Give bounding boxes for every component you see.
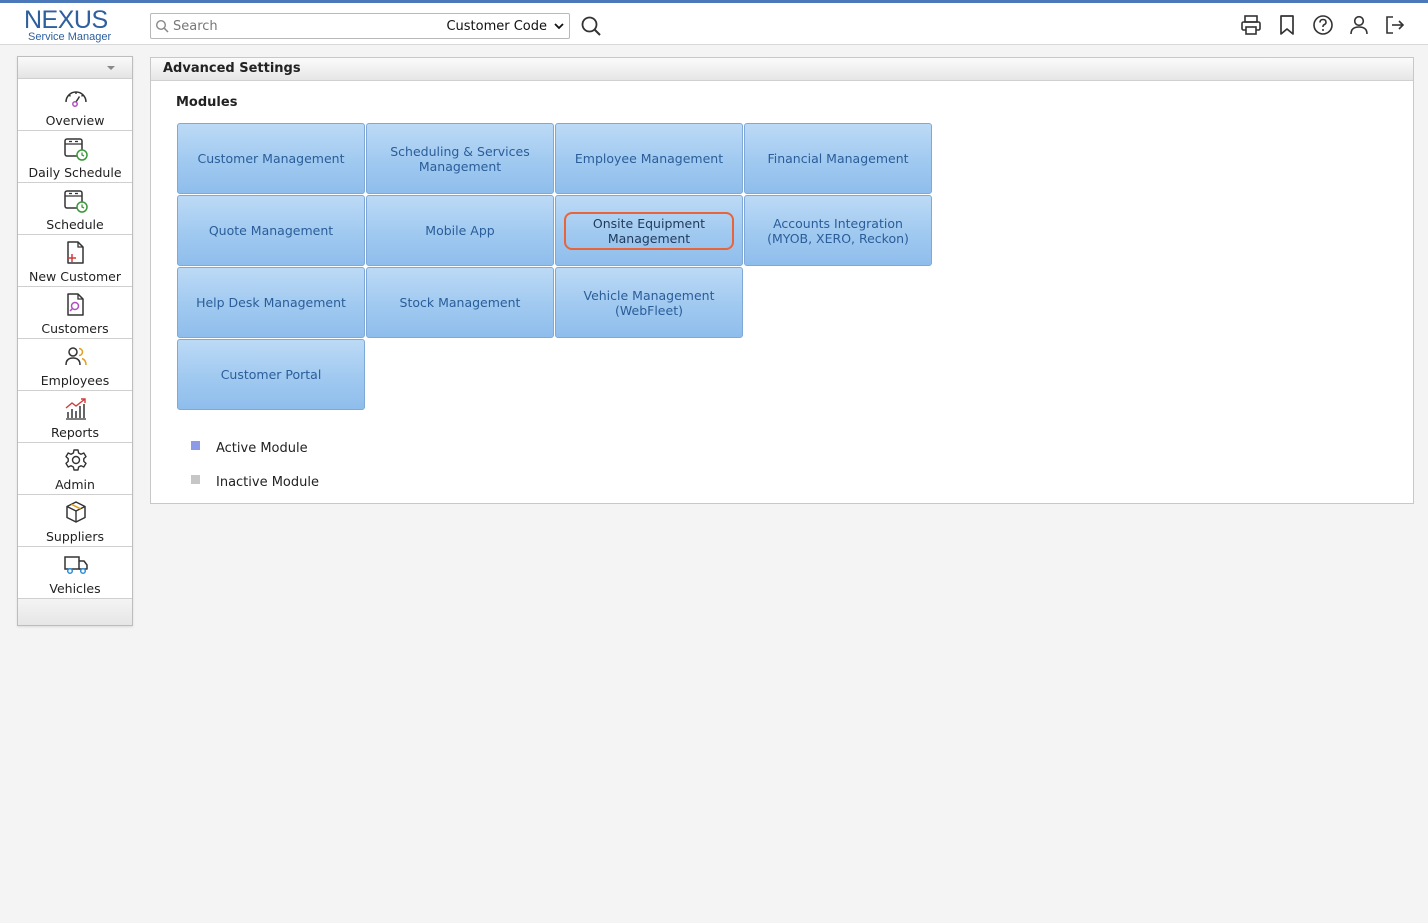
module-financial-management[interactable]: Financial Management bbox=[744, 123, 932, 194]
module-label: Financial Management bbox=[767, 151, 909, 166]
sidebar-item-daily-schedule[interactable]: Daily Schedule bbox=[18, 131, 132, 183]
sidebar-item-customers[interactable]: Customers bbox=[18, 287, 132, 339]
search-input[interactable] bbox=[173, 16, 443, 36]
user-icon[interactable] bbox=[1348, 14, 1370, 36]
module-onsite-equipment-management[interactable]: Onsite Equipment Management bbox=[555, 195, 743, 266]
logo-main-text: NEXUS bbox=[24, 6, 108, 34]
sidebar-item-label: Overview bbox=[45, 113, 105, 128]
search-field-select[interactable]: Customer Code bbox=[446, 16, 565, 36]
sidebar-item-label: Reports bbox=[51, 425, 99, 440]
module-stock-management[interactable]: Stock Management bbox=[366, 267, 554, 338]
printer-icon[interactable] bbox=[1240, 14, 1262, 36]
sidebar-item-reports[interactable]: Reports bbox=[18, 391, 132, 443]
sidebar-item-label: Employees bbox=[40, 373, 110, 388]
legend-active: Active Module bbox=[191, 438, 319, 458]
module-legend: Active Module Inactive Module bbox=[191, 438, 319, 506]
calendar-clock-icon bbox=[64, 138, 88, 161]
legend-inactive: Inactive Module bbox=[191, 472, 319, 492]
sidebar-item-overview[interactable]: Overview bbox=[18, 79, 132, 131]
gear-icon bbox=[65, 449, 87, 471]
calendar-clock-icon bbox=[64, 190, 88, 213]
sidebar-item-admin[interactable]: Admin bbox=[18, 443, 132, 495]
sidebar-item-label: Suppliers bbox=[45, 529, 104, 544]
inactive-swatch bbox=[191, 474, 200, 484]
search-button-icon[interactable] bbox=[580, 15, 602, 37]
sidebar-footer bbox=[18, 599, 132, 625]
module-scheduling-services-management[interactable]: Scheduling & Services Management bbox=[366, 123, 554, 194]
sidebar-item-label: Customers bbox=[41, 321, 109, 336]
logo-sub-text: Service Manager bbox=[28, 31, 112, 43]
sidebar-item-label: Admin bbox=[55, 477, 95, 492]
module-vehicle-management[interactable]: Vehicle Management (WebFleet) bbox=[555, 267, 743, 338]
sidebar-item-suppliers[interactable]: Suppliers bbox=[18, 495, 132, 547]
module-quote-management[interactable]: Quote Management bbox=[177, 195, 365, 266]
document-plus-icon bbox=[67, 241, 84, 264]
sidebar-item-label: Daily Schedule bbox=[28, 165, 122, 180]
panel-title: Advanced Settings bbox=[151, 58, 1413, 81]
sidebar-item-new-customer[interactable]: New Customer bbox=[18, 235, 132, 287]
chevron-down-icon bbox=[554, 23, 564, 30]
module-help-desk-management[interactable]: Help Desk Management bbox=[177, 267, 365, 338]
search-icon bbox=[155, 19, 169, 33]
module-mobile-app[interactable]: Mobile App bbox=[366, 195, 554, 266]
modules-grid: Customer Management Scheduling & Service… bbox=[177, 123, 932, 410]
document-search-icon bbox=[67, 293, 84, 316]
modules-heading: Modules bbox=[176, 95, 238, 110]
module-customer-portal[interactable]: Customer Portal bbox=[177, 339, 365, 410]
sidebar-header bbox=[18, 57, 132, 79]
box-icon bbox=[66, 501, 86, 523]
module-label: Onsite Equipment Management bbox=[564, 211, 734, 250]
module-label: Employee Management bbox=[574, 151, 724, 166]
users-icon bbox=[65, 347, 87, 366]
legend-active-label: Active Module bbox=[216, 440, 308, 456]
bookmark-icon[interactable] bbox=[1276, 14, 1298, 36]
sidebar-item-label: Schedule bbox=[46, 217, 104, 232]
module-customer-management[interactable]: Customer Management bbox=[177, 123, 365, 194]
collapse-icon[interactable] bbox=[107, 66, 115, 70]
module-label: Quote Management bbox=[208, 223, 334, 238]
top-toolbar bbox=[1240, 14, 1406, 36]
logout-icon[interactable] bbox=[1384, 14, 1406, 36]
gauge-icon bbox=[65, 91, 87, 107]
module-label: Help Desk Management bbox=[196, 295, 346, 310]
sidebar-item-label: Vehicles bbox=[49, 581, 101, 596]
search-bar: Customer Code bbox=[150, 13, 570, 39]
module-accounts-integration[interactable]: Accounts Integration (MYOB, XERO, Reckon… bbox=[744, 195, 932, 266]
top-bar: NEXUS Service Manager Customer Code bbox=[0, 0, 1428, 45]
sidebar-item-vehicles[interactable]: Vehicles bbox=[18, 547, 132, 599]
module-label: Scheduling & Services Management bbox=[390, 143, 530, 174]
search-field-value: Customer Code bbox=[446, 18, 547, 34]
active-swatch bbox=[191, 440, 200, 450]
logo[interactable]: NEXUS Service Manager bbox=[22, 7, 126, 45]
module-employee-management[interactable]: Employee Management bbox=[555, 123, 743, 194]
legend-inactive-label: Inactive Module bbox=[216, 474, 319, 490]
module-label: Stock Management bbox=[399, 295, 521, 310]
help-icon[interactable] bbox=[1312, 14, 1334, 36]
sidebar-item-employees[interactable]: Employees bbox=[18, 339, 132, 391]
sidebar-item-label: New Customer bbox=[29, 269, 121, 284]
sidebar-item-schedule[interactable]: Schedule bbox=[18, 183, 132, 235]
module-label: Customer Portal bbox=[220, 367, 322, 382]
module-label: Vehicle Management (WebFleet) bbox=[583, 287, 715, 318]
truck-icon bbox=[64, 556, 88, 575]
chart-icon bbox=[65, 398, 86, 420]
module-label: Customer Management bbox=[197, 151, 345, 166]
module-label: Accounts Integration (MYOB, XERO, Reckon… bbox=[767, 215, 909, 246]
module-label: Mobile App bbox=[425, 223, 495, 238]
sidebar: Overview Daily Schedule Schedule New Cus… bbox=[17, 56, 133, 626]
advanced-settings-panel: Advanced Settings Modules Customer Manag… bbox=[150, 57, 1414, 504]
